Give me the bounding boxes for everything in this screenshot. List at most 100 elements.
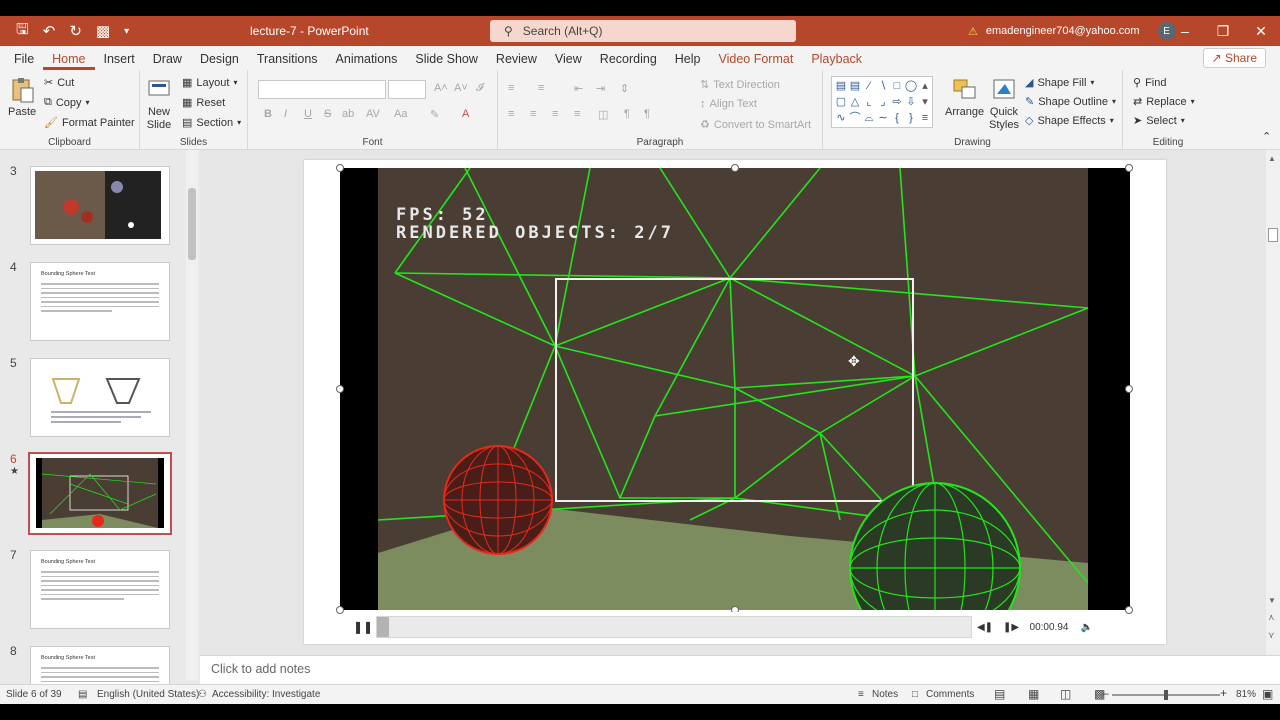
comments-toggle[interactable]: Comments <box>926 689 974 700</box>
search-box[interactable]: ⚲ Search (Alt+Q) <box>490 20 796 42</box>
zoom-out-icon[interactable]: – <box>1102 686 1109 700</box>
arrow-down-shape-icon[interactable]: ⇩ <box>904 94 918 110</box>
new-slide-button[interactable]: New Slide <box>146 76 172 132</box>
zoom-level[interactable]: 81% <box>1236 689 1256 700</box>
volume-icon[interactable]: 🔈 <box>1074 622 1100 633</box>
layout-button[interactable]: ▦ Layout ▾ <box>182 76 237 90</box>
shadow-button[interactable]: ab <box>342 108 354 120</box>
highlight-icon[interactable]: ✎ <box>430 108 439 121</box>
curve-shape-icon[interactable]: ⌒ <box>848 110 862 126</box>
bold-button[interactable]: B <box>264 108 272 120</box>
tab-transitions[interactable]: Transitions <box>248 52 327 70</box>
step-back-icon[interactable]: ◀❚ <box>972 622 998 633</box>
vertical-textbox-shape-icon[interactable]: ▤ <box>848 78 862 94</box>
freeform-shape-icon[interactable]: ∿ <box>834 110 848 126</box>
clear-format-icon[interactable]: 𝓘 <box>476 82 483 95</box>
reset-button[interactable]: ▦ Reset <box>182 96 225 110</box>
shapes-gallery[interactable]: ▤ ▤ ∕ ∖ □ ◯ ▴ ▢ △ ⌞ ⌟ ⇨ ⇩ ▾ ∿ ⌒ ⌓ ∼ { } … <box>831 76 933 128</box>
save-icon[interactable]: 🖫 <box>16 19 29 44</box>
collapse-ribbon-icon[interactable]: ⌃ <box>1262 130 1271 143</box>
justify-icon[interactable]: ≡ <box>574 108 580 120</box>
font-name-combo[interactable] <box>258 80 386 99</box>
grow-font-icon[interactable]: A˄ <box>434 82 448 94</box>
arc-shape-icon[interactable]: ⌓ <box>862 110 876 126</box>
char-spacing-button[interactable]: AV <box>366 108 380 120</box>
redo-icon[interactable]: ↻ <box>69 22 82 40</box>
tab-help[interactable]: Help <box>666 52 710 70</box>
scrollbar-thumb[interactable] <box>1268 228 1278 242</box>
slide-thumbnail-8[interactable]: Bounding Sphere Test <box>30 646 170 684</box>
columns-icon[interactable]: ◫ <box>598 108 608 121</box>
shape-fill-button[interactable]: ◢ Shape Fill ▾ <box>1025 76 1094 90</box>
slide-panel-scrollbar[interactable] <box>186 150 198 680</box>
format-painter-button[interactable]: 🖌 Format Painter <box>44 116 135 130</box>
cut-button[interactable]: ✂ Cut <box>44 76 74 90</box>
convert-smartart-button[interactable]: ♻ Convert to SmartArt <box>700 118 811 132</box>
previous-slide-icon[interactable]: ⋏ <box>1268 612 1275 623</box>
scroll-down-arrow-icon[interactable]: ▼ <box>1268 596 1276 605</box>
slide-thumbnail-6[interactable] <box>28 452 172 535</box>
bullets-icon[interactable]: ≡ <box>508 82 514 94</box>
resize-handle[interactable] <box>1125 164 1133 172</box>
rtl-icon[interactable]: ¶ <box>644 108 650 120</box>
select-button[interactable]: ➤ Select ▾ <box>1133 114 1185 128</box>
spelling-icon[interactable]: ▤ <box>78 689 87 700</box>
shape-outline-button[interactable]: ✎ Shape Outline ▾ <box>1025 95 1116 109</box>
scroll-down-icon[interactable]: ▾ <box>918 94 932 110</box>
line-shape-icon[interactable]: ∕ <box>862 78 876 94</box>
notes-pane[interactable]: Click to add notes <box>200 655 1280 684</box>
tab-file[interactable]: File <box>5 52 43 70</box>
slide-sorter-icon[interactable]: ▦ <box>1028 687 1039 701</box>
paste-button[interactable]: Paste <box>8 76 36 118</box>
account-area[interactable]: ⚠ emadengineer704@yahoo.com E <box>968 22 1176 40</box>
slide-thumbnail-7[interactable]: Bounding Sphere Test <box>30 550 170 629</box>
copy-button[interactable]: ⧉ Copy ▾ <box>44 96 90 109</box>
resize-handle[interactable] <box>336 385 344 393</box>
elbow-shape-icon[interactable]: ⌞ <box>862 94 876 110</box>
shape-effects-button[interactable]: ◇ Shape Effects ▾ <box>1025 114 1114 128</box>
quick-styles-button[interactable]: Quick Styles <box>989 76 1019 132</box>
resize-handle[interactable] <box>336 164 344 172</box>
wave-shape-icon[interactable]: ∼ <box>876 110 890 126</box>
fit-to-window-icon[interactable]: ▣ <box>1262 687 1273 701</box>
arrow-right-shape-icon[interactable]: ⇨ <box>890 94 904 110</box>
align-right-icon[interactable]: ≡ <box>552 108 558 120</box>
replace-button[interactable]: ⇄ Replace ▾ <box>1133 95 1195 109</box>
triangle-shape-icon[interactable]: △ <box>848 94 862 110</box>
line2-shape-icon[interactable]: ∖ <box>876 78 890 94</box>
customize-qat-icon[interactable]: ▾ <box>124 26 129 37</box>
tab-playback[interactable]: Playback <box>802 52 871 70</box>
zoom-in-icon[interactable]: + <box>1220 686 1227 700</box>
text-direction-button[interactable]: ⇅ Text Direction <box>700 78 780 92</box>
align-center-icon[interactable]: ≡ <box>530 108 536 120</box>
scrollbar-thumb[interactable] <box>188 188 196 260</box>
step-forward-icon[interactable]: ❚▶ <box>998 622 1024 633</box>
pause-icon[interactable]: ❚❚ <box>350 620 376 634</box>
slide-thumbnail-5[interactable] <box>30 358 170 437</box>
minimize-icon[interactable]: – <box>1166 23 1204 40</box>
align-left-icon[interactable]: ≡ <box>508 108 514 120</box>
editor-scrollbar[interactable]: ▲ ▼ ⋏ ⋎ <box>1266 150 1280 655</box>
present-icon[interactable]: ▩ <box>96 22 110 40</box>
section-button[interactable]: ▤ Section ▾ <box>182 116 241 130</box>
change-case-button[interactable]: Aa <box>394 108 407 120</box>
arrange-button[interactable]: Arrange <box>945 76 984 118</box>
current-slide[interactable]: FPS: 52 RENDERED OBJECTS: 2/7 ✥ ❚❚ ◀❚ ❚▶… <box>304 160 1166 644</box>
seek-bar[interactable] <box>376 616 972 638</box>
underline-button[interactable]: U <box>304 108 312 120</box>
normal-view-icon[interactable]: ▤ <box>994 687 1005 701</box>
roundrect-shape-icon[interactable]: ▢ <box>834 94 848 110</box>
font-size-combo[interactable] <box>388 80 426 99</box>
zoom-slider-knob[interactable] <box>1164 690 1168 700</box>
tab-animations[interactable]: Animations <box>327 52 407 70</box>
strikethrough-button[interactable]: S <box>324 108 331 120</box>
next-slide-icon[interactable]: ⋎ <box>1268 630 1275 641</box>
embedded-video[interactable]: FPS: 52 RENDERED OBJECTS: 2/7 ✥ <box>340 168 1130 610</box>
rect-shape-icon[interactable]: □ <box>890 78 904 94</box>
scroll-up-arrow-icon[interactable]: ▲ <box>1268 154 1276 163</box>
find-button[interactable]: ⚲ Find <box>1133 76 1166 90</box>
font-color-icon[interactable]: A <box>462 108 469 120</box>
language-indicator[interactable]: English (United States) <box>97 689 199 700</box>
resize-handle[interactable] <box>1125 606 1133 614</box>
line-spacing-icon[interactable]: ⇕ <box>620 82 629 95</box>
